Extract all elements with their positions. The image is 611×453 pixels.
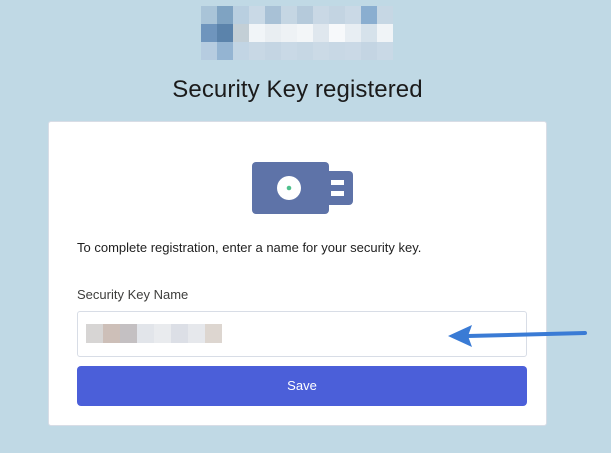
logo-pixel	[361, 42, 377, 60]
instruction-text: To complete registration, enter a name f…	[77, 240, 422, 255]
logo-pixel	[361, 6, 377, 24]
redacted-pixel	[86, 324, 103, 343]
usb-security-key-icon	[252, 162, 353, 214]
redacted-pixel	[188, 324, 205, 343]
logo-pixel	[249, 42, 265, 60]
logo-pixel	[329, 6, 345, 24]
logo-pixel	[345, 24, 361, 42]
arrow-left-annotation	[448, 325, 587, 347]
logo-pixel	[217, 24, 233, 42]
key-led	[286, 185, 292, 191]
redacted-pixel	[137, 324, 154, 343]
company-logo	[201, 6, 393, 60]
redacted-pixel	[120, 324, 137, 343]
logo-pixel	[377, 6, 393, 24]
logo-pixel	[313, 42, 329, 60]
logo-pixel	[233, 24, 249, 42]
redacted-pixel	[171, 324, 188, 343]
logo-pixel	[233, 42, 249, 60]
redacted-pixel	[154, 324, 171, 343]
logo-pixel	[313, 24, 329, 42]
logo-pixel	[377, 24, 393, 42]
logo-pixel	[249, 6, 265, 24]
connector-slot-top	[331, 180, 344, 185]
logo-pixel	[281, 42, 297, 60]
page-title: Security Key registered	[172, 76, 423, 103]
save-button[interactable]: Save	[77, 366, 527, 406]
logo-pixel	[265, 6, 281, 24]
logo-pixel	[329, 42, 345, 60]
logo-pixel	[345, 6, 361, 24]
logo-pixel	[361, 24, 377, 42]
logo-pixel	[217, 42, 233, 60]
logo-pixel	[313, 6, 329, 24]
logo-pixel	[297, 42, 313, 60]
logo-pixel	[281, 6, 297, 24]
key-connector	[325, 171, 353, 205]
logo-pixel	[265, 24, 281, 42]
logo-pixel	[297, 6, 313, 24]
logo-pixel	[217, 6, 233, 24]
logo-pixel	[201, 42, 217, 60]
logo-pixel	[377, 42, 393, 60]
registration-card: To complete registration, enter a name f…	[48, 121, 547, 426]
logo-pixel	[297, 24, 313, 42]
redacted-pixel	[205, 324, 222, 343]
connector-slot-bottom	[331, 191, 344, 196]
logo-pixel	[265, 42, 281, 60]
logo-pixel	[329, 24, 345, 42]
logo-pixel	[281, 24, 297, 42]
logo-pixel	[345, 42, 361, 60]
logo-pixel	[201, 6, 217, 24]
redacted-input-value	[86, 324, 222, 343]
logo-pixel	[233, 6, 249, 24]
logo-pixel	[201, 24, 217, 42]
redacted-pixel	[103, 324, 120, 343]
logo-pixel	[249, 24, 265, 42]
security-key-name-label: Security Key Name	[77, 287, 189, 302]
